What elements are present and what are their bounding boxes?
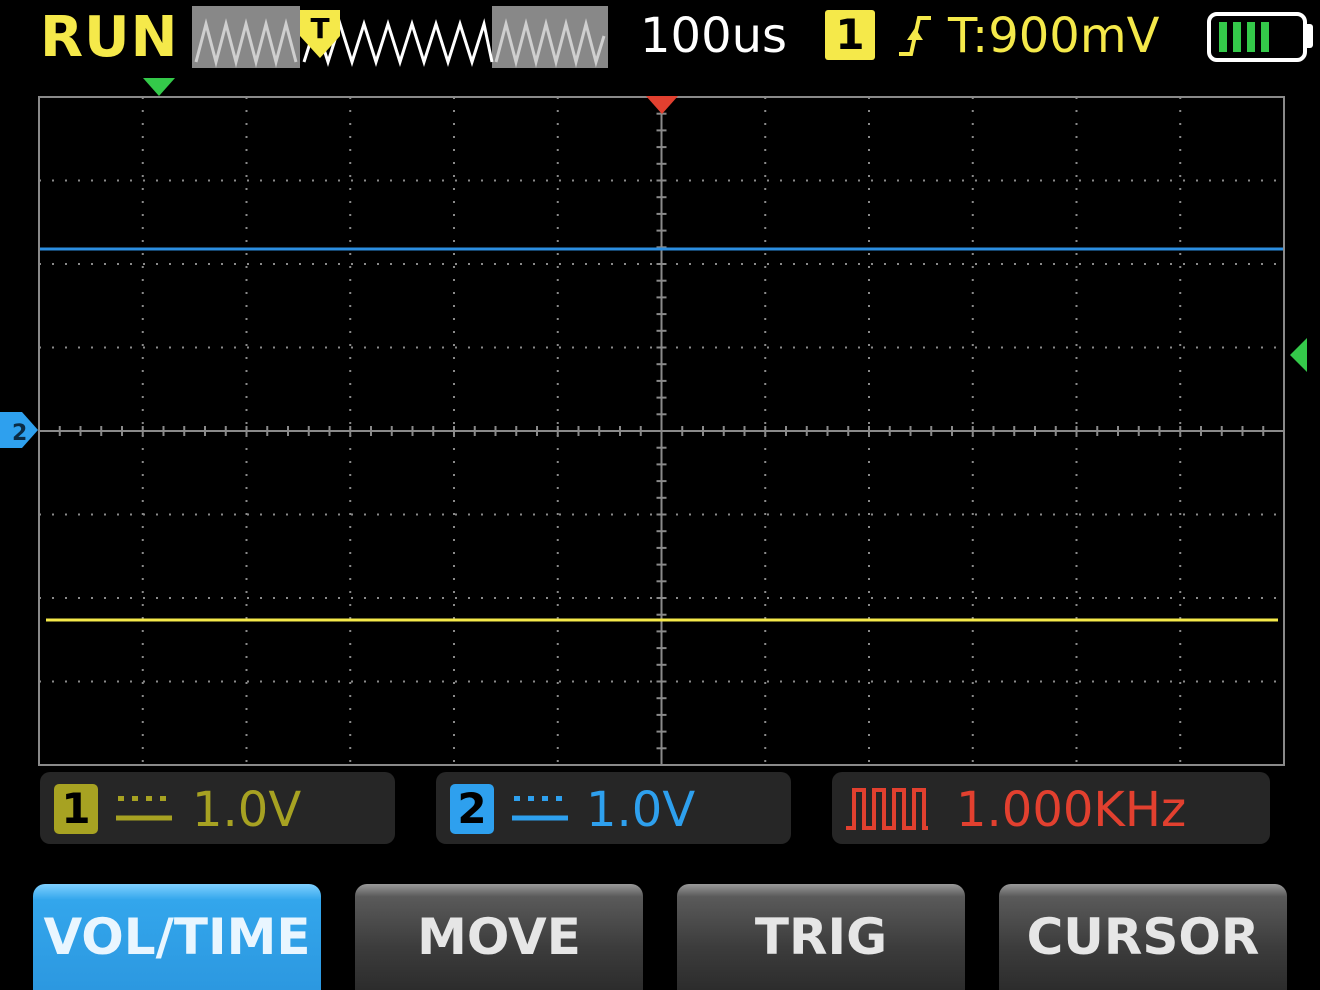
trigger-position-label: T [310, 12, 329, 45]
channel-2-settings[interactable]: 2 1.0V [436, 772, 791, 844]
generator-frequency: 1.000KHz [956, 782, 1187, 838]
run-status[interactable]: RUN [40, 4, 178, 72]
softkey-move[interactable]: MOVE [355, 884, 643, 990]
timebase-readout[interactable]: 100us [640, 8, 787, 64]
channel-2-badge: 2 [450, 784, 494, 834]
channel-1-scale: 1.0V [192, 782, 302, 838]
generator-settings[interactable]: 1.000KHz [832, 772, 1270, 844]
dc-coupling-icon [512, 796, 568, 821]
trigger-position-marker[interactable]: T [296, 6, 344, 62]
channel-1-settings[interactable]: 1 1.0V [40, 772, 395, 844]
battery-level-bars [1219, 22, 1269, 52]
trigger-level-readout[interactable]: T:900mV [948, 8, 1159, 64]
trigger-level-marker[interactable] [1290, 338, 1307, 372]
softkey-trig[interactable]: TRIG [677, 884, 965, 990]
trigger-position-arrow[interactable] [143, 78, 175, 96]
memory-waveform-preview [194, 18, 606, 68]
channel-1-badge: 1 [54, 784, 98, 834]
waveform-display[interactable]: 2 [0, 70, 1320, 770]
softkey-vol-time[interactable]: VOL/TIME [33, 884, 321, 990]
dc-coupling-icon [116, 796, 172, 821]
battery-tip [1305, 24, 1313, 48]
rising-edge-icon [899, 16, 931, 56]
square-wave-icon [846, 788, 928, 830]
channel-2-offset-label: 2 [12, 421, 27, 446]
trigger-channel-badge[interactable]: 1 [825, 10, 875, 60]
graticule [38, 96, 1285, 765]
channel-2-scale: 1.0V [586, 782, 696, 838]
softkey-cursor[interactable]: CURSOR [999, 884, 1287, 990]
trigger-center-marker [646, 96, 678, 114]
